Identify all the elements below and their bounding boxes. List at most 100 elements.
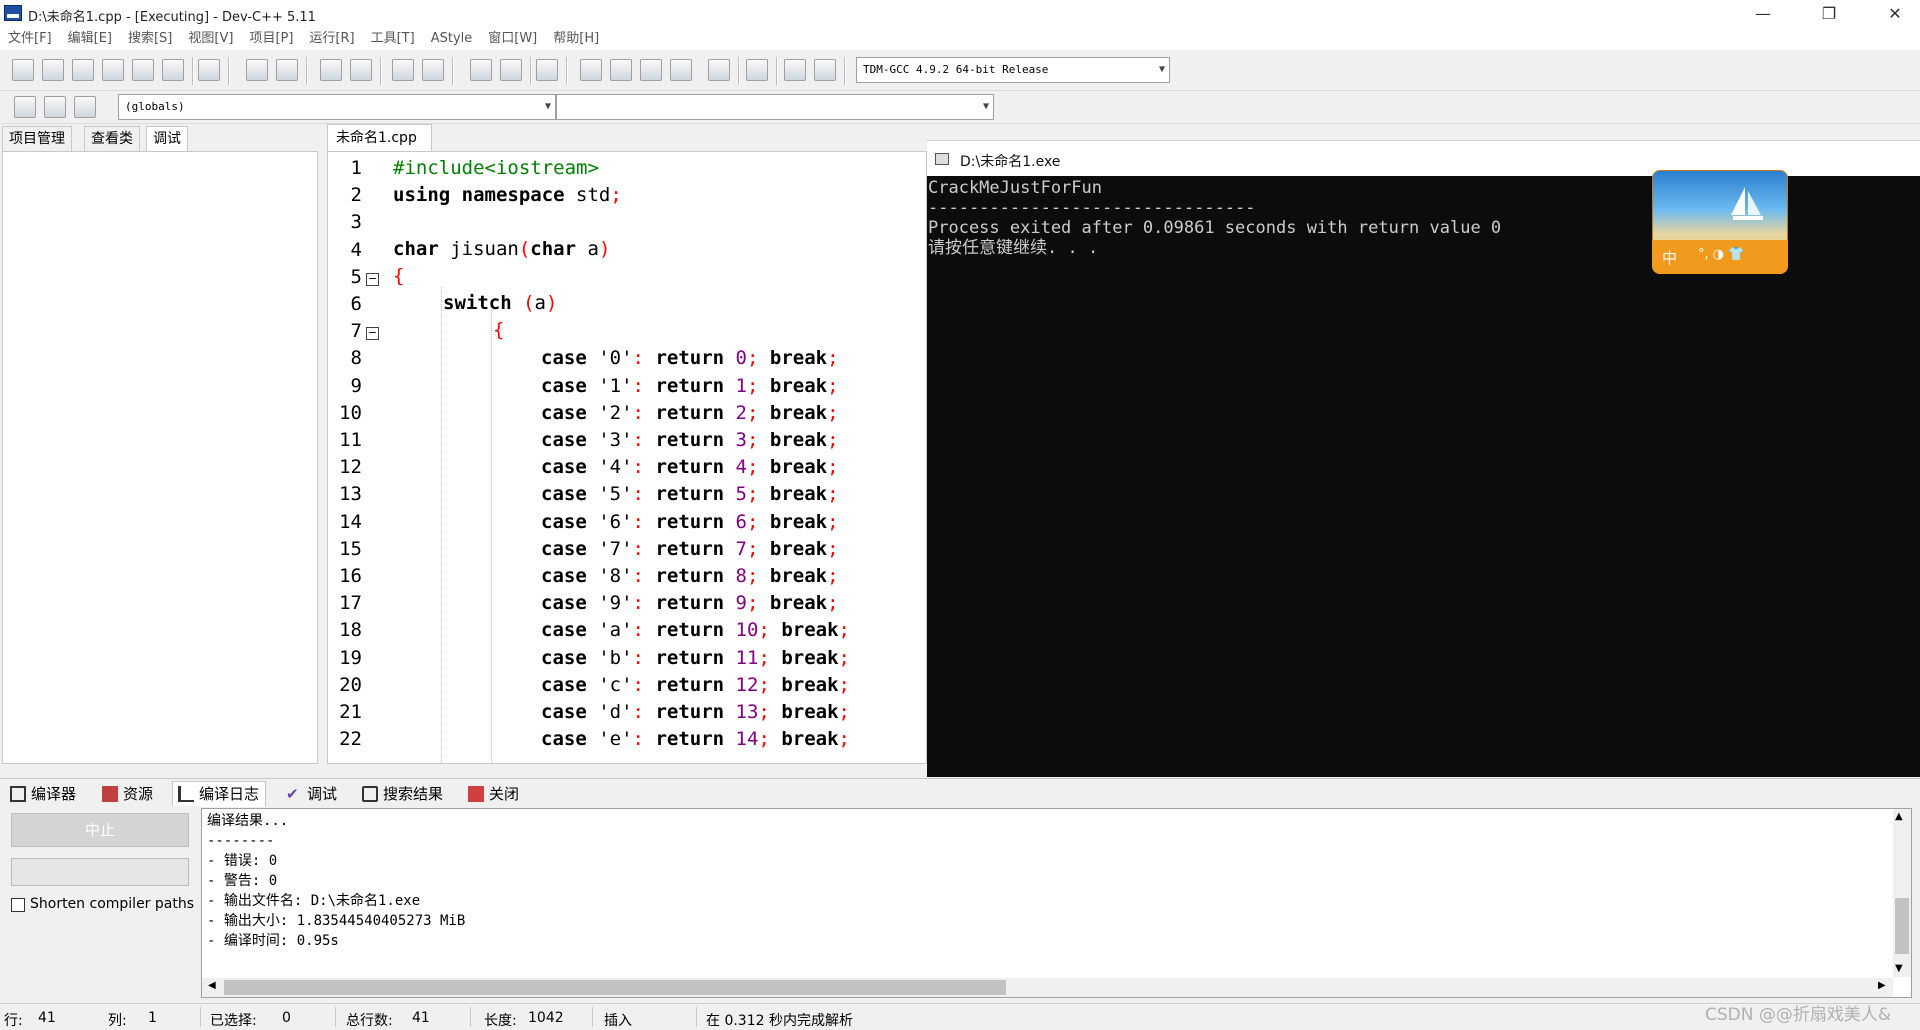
code-line: { [493,319,504,346]
shorten-paths-checkbox[interactable] [11,898,25,912]
tab-compile-log[interactable]: 编译日志 [172,781,267,807]
line-number: 16 [339,565,362,587]
number-literal: 9 [735,592,747,615]
tab-debug[interactable]: 调试 [146,126,188,152]
toggle-comment-icon[interactable] [536,59,558,81]
member-select[interactable]: ▼ [556,94,994,120]
punctuation: ; [827,565,839,587]
status-parse-time: 在 0.312 秒内完成解析 [706,1013,853,1029]
menu-search[interactable]: 搜索[S] [120,28,180,50]
profile-icon[interactable] [814,59,836,81]
tab-compiler[interactable]: 编译器 [4,781,83,807]
punctuation: ; [747,456,759,479]
print-icon[interactable] [198,59,220,81]
ime-chinese-mode[interactable]: 中 [1662,247,1677,268]
scope-select[interactable]: (globals) ▼ [118,94,556,120]
char-literal: '6' [598,510,633,533]
minimize-button[interactable]: — [1740,0,1786,28]
number-literal: 3 [735,429,747,451]
menu-view[interactable]: 视图[V] [180,28,241,50]
scroll-left-icon[interactable]: ◀ [208,980,216,991]
tab-class-view[interactable]: 查看类 [84,126,140,152]
class-icon[interactable] [640,59,662,81]
tab-resources[interactable]: 资源 [96,781,160,807]
punctuation: ; [747,565,759,587]
code-editor[interactable]: 1 2 3 4 5 6 7 8 9 10 11 12 13 14 15 16 17 18 19 20 21 22− − #i… [327,151,927,764]
redo-icon[interactable] [276,59,298,81]
save-icon[interactable] [72,59,94,81]
keyword: break [769,537,828,560]
log-vertical-scroll-thumb[interactable] [1895,898,1909,954]
bookmark-forward-icon[interactable] [500,59,522,81]
number-literal: 7 [735,537,747,560]
window-icon[interactable] [610,59,632,81]
unindent-icon[interactable] [422,59,444,81]
scroll-right-icon[interactable]: ▶ [1878,980,1886,991]
number-literal: 6 [735,510,747,533]
scroll-down-icon[interactable]: ▼ [1895,963,1903,974]
log-horizontal-scroll-thumb[interactable] [224,980,1006,995]
compiler-select[interactable]: TDM-GCC 4.9.2 64-bit Release ▼ [856,57,1170,83]
code-line: #include<iostream> [393,157,599,184]
menu-tools[interactable]: 工具[T] [363,28,423,50]
bookmark-back-icon[interactable] [470,59,492,81]
open-file-icon[interactable] [42,59,64,81]
char-literal: 'd' [598,701,633,723]
char-literal: 'a' [598,619,633,642]
fold-toggle-icon[interactable]: − [366,272,379,286]
chart-icon[interactable] [784,59,806,81]
tab-project-manager[interactable]: 项目管理 [2,126,72,152]
status-insert-mode: 插入 [604,1013,632,1029]
char-literal: '1' [598,374,633,397]
punctuation: ; [758,728,770,751]
punctuation: ; [838,701,850,723]
fold-toggle-icon[interactable]: − [366,327,379,341]
check-syntax-icon[interactable] [708,59,730,81]
editor-tab[interactable]: 未命名1.cpp [327,124,432,152]
menu-astyle[interactable]: AStyle [423,28,481,50]
grid-icon[interactable] [670,59,692,81]
new-project-icon[interactable] [580,59,602,81]
line-number: 11 [339,429,362,451]
stop-execution-icon[interactable] [746,59,768,81]
ime-toolbar[interactable]: 中 °, ◑ 👕 [1652,240,1788,274]
close-file-icon[interactable] [132,59,154,81]
menu-bar: 文件[F] 编辑[E] 搜索[S] 视图[V] 项目[P] 运行[R] 工具[T] AStyl… [0,28,1920,50]
maximize-button[interactable]: ❐ [1806,0,1852,28]
find-icon[interactable] [320,59,342,81]
ime-options[interactable]: °, ◑ 👕 [1698,247,1744,262]
replace-icon[interactable] [350,59,372,81]
new-file-icon[interactable] [12,59,34,81]
char-literal: '2' [598,401,633,424]
status-lines: 41 [412,1010,430,1026]
code-area[interactable]: #include<iostream> using namespace std; … [393,152,926,763]
goto-declaration-icon[interactable] [14,96,36,118]
abort-button[interactable]: 中止 [11,813,189,847]
main-toolbar: TDM-GCC 4.9.2 64-bit Release ▼ [0,51,1920,91]
menu-edit[interactable]: 编辑[E] [60,28,120,50]
menu-project[interactable]: 项目[P] [241,28,301,50]
line-number: 9 [350,374,362,397]
tab-close[interactable]: 关闭 [462,781,526,807]
menu-help[interactable]: 帮助[H] [545,28,607,50]
keyword: return [655,429,725,451]
menu-run[interactable]: 运行[R] [301,28,362,50]
menu-file[interactable]: 文件[F] [0,28,60,50]
scroll-up-icon[interactable]: ▲ [1895,811,1903,822]
bookmark-icon[interactable] [74,96,96,118]
tab-debug-bottom[interactable]: ✔ 调试 [280,781,344,807]
save-all-icon[interactable] [102,59,124,81]
case-line: case '4': return 4; break; [541,456,839,483]
indent-icon[interactable] [392,59,414,81]
goto-definition-icon[interactable] [44,96,66,118]
tab-search-results[interactable]: 搜索结果 [356,781,450,807]
menu-window[interactable]: 窗口[W] [480,28,545,50]
close-button[interactable]: ✕ [1872,0,1918,28]
undo-icon[interactable] [246,59,268,81]
close-all-icon[interactable] [162,59,184,81]
